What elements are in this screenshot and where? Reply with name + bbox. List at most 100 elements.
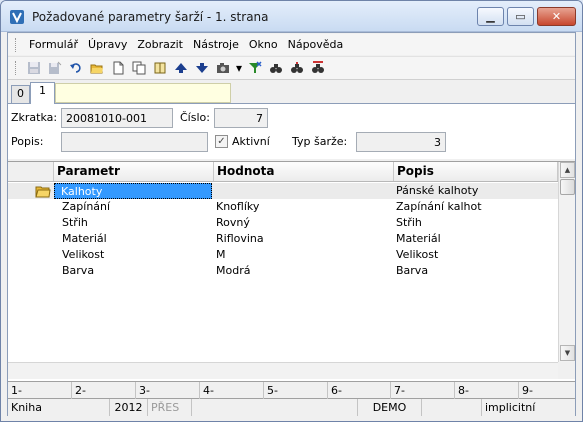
new-document-icon[interactable] [108, 58, 128, 78]
cell-popis[interactable]: Velikost [394, 247, 554, 263]
maximize-icon: ▭ [515, 10, 526, 23]
cell-parametr[interactable]: Střih [62, 215, 212, 231]
menu-formular[interactable]: Formulář [24, 38, 83, 51]
tab-0[interactable]: 0 [11, 85, 30, 103]
cell-parametr[interactable]: Kalhoty [54, 183, 212, 199]
cell-hodnota[interactable]: Knoflíky [214, 199, 392, 215]
cell-hodnota[interactable]: Rovný [214, 215, 392, 231]
cell-popis[interactable]: Zapínání kalhot [394, 199, 554, 215]
fkey-6[interactable]: 6- [328, 382, 391, 399]
fkey-8[interactable]: 8- [455, 382, 519, 399]
menu-okno[interactable]: Okno [244, 38, 283, 51]
menu-grip[interactable] [15, 37, 18, 52]
minimize-icon: ▁ [486, 10, 495, 23]
menu-bar: Formulář Úpravy Zobrazit Nástroje Okno N… [8, 34, 575, 55]
cell-parametr[interactable]: Zapínání [62, 199, 212, 215]
aktivni-checkbox[interactable]: ✓ [215, 135, 228, 148]
table-row[interactable]: Barva Modrá Barva [8, 263, 558, 279]
cell-popis[interactable]: Střih [394, 215, 554, 231]
tab-info-panel [55, 83, 231, 103]
fkey-3[interactable]: 3- [136, 382, 200, 399]
fkey-1[interactable]: 1- [8, 382, 72, 399]
fkey-4[interactable]: 4- [200, 382, 264, 399]
menu-upravy[interactable]: Úpravy [83, 38, 132, 51]
status-mode: implicitní [485, 401, 536, 414]
cell-parametr[interactable]: Velikost [62, 247, 212, 263]
parameters-grid: Parametr Hodnota Popis Kalhoty Pánské ka… [8, 161, 575, 381]
column-header-parametr[interactable]: Parametr [54, 162, 214, 181]
cell-hodnota[interactable]: Modrá [214, 263, 392, 279]
typ-sarze-field[interactable]: 3 [356, 132, 446, 152]
camera-icon[interactable] [213, 58, 233, 78]
zkratka-field[interactable]: 20081010-001 [61, 108, 173, 128]
popis-label: Popis: [11, 135, 44, 148]
popis-field[interactable] [61, 132, 208, 152]
table-row[interactable]: Střih Rovný Střih [8, 215, 558, 231]
status-pres: PŘES [148, 399, 192, 416]
cell-hodnota[interactable]: M [214, 247, 392, 263]
column-header-hodnota[interactable]: Hodnota [214, 162, 394, 181]
status-bar: Kniha 2012 PŘES DEMO implicitní [8, 399, 575, 417]
undo-icon[interactable] [66, 58, 86, 78]
dropdown-icon[interactable]: ▾ [234, 58, 244, 78]
tab-1[interactable]: 1 [30, 82, 55, 104]
save-as-icon[interactable] [45, 58, 65, 78]
grid-corner [8, 162, 54, 181]
cell-popis[interactable]: Pánské kalhoty [394, 183, 554, 199]
minimize-button[interactable]: ▁ [477, 7, 504, 26]
menu-napoveda[interactable]: Nápověda [283, 38, 349, 51]
status-empty [192, 399, 358, 416]
fkey-9[interactable]: 9- [519, 382, 575, 399]
cell-parametr[interactable]: Barva [62, 263, 212, 279]
cell-hodnota[interactable]: Riflovina [214, 231, 392, 247]
aktivni-label: Aktivní [232, 135, 270, 148]
toolbar-grip[interactable] [15, 61, 18, 75]
fkey-7[interactable]: 7- [391, 382, 455, 399]
table-row[interactable]: Kalhoty Pánské kalhoty [8, 183, 558, 199]
form-window: Formulář Úpravy Zobrazit Nástroje Okno N… [7, 32, 576, 417]
arrow-down-icon[interactable] [192, 58, 212, 78]
copy-icon[interactable] [129, 58, 149, 78]
status-db: DEMO [358, 399, 422, 416]
cell-hodnota[interactable] [214, 183, 392, 199]
close-button[interactable]: ✕ [537, 7, 576, 26]
cell-popis[interactable]: Barva [394, 263, 554, 279]
typ-sarze-label: Typ šarže: [292, 135, 348, 148]
table-row[interactable]: Materiál Riflovina Materiál [8, 231, 558, 247]
find-icon[interactable] [266, 58, 286, 78]
scroll-thumb[interactable] [560, 179, 575, 195]
table-row[interactable]: Velikost M Velikost [8, 247, 558, 263]
column-header-popis[interactable]: Popis [394, 162, 558, 181]
filter-icon[interactable] [245, 58, 265, 78]
cislo-field[interactable]: 7 [214, 108, 268, 128]
find-next-icon[interactable] [287, 58, 307, 78]
fkey-2[interactable]: 2- [72, 382, 136, 399]
title-bar[interactable]: Požadované parametry šarží - 1. strana ▁… [1, 1, 582, 32]
close-icon: ✕ [551, 10, 562, 23]
book-icon[interactable] [150, 58, 170, 78]
maximize-button[interactable]: ▭ [507, 7, 534, 26]
arrow-up-icon[interactable] [171, 58, 191, 78]
function-key-bar: 1- 2- 3- 4- 5- 6- 7- 8- 9- [8, 381, 575, 399]
status-empty-2 [422, 399, 482, 416]
scroll-up-icon[interactable]: ▲ [560, 162, 575, 178]
toolbar: ▾ [8, 56, 575, 80]
find-all-icon[interactable] [308, 58, 328, 78]
status-year: 2012 [110, 399, 148, 416]
menu-nastroje[interactable]: Nástroje [188, 38, 244, 51]
cell-popis[interactable]: Materiál [394, 231, 554, 247]
fkey-5[interactable]: 5- [264, 382, 328, 399]
cell-parametr[interactable]: Materiál [62, 231, 212, 247]
application-window: Požadované parametry šarží - 1. strana ▁… [0, 0, 583, 422]
horizontal-scrollbar[interactable] [8, 362, 558, 379]
open-folder-icon[interactable] [87, 58, 107, 78]
scroll-down-icon[interactable]: ▼ [560, 345, 575, 361]
menu-zobrazit[interactable]: Zobrazit [132, 38, 188, 51]
save-icon[interactable] [24, 58, 44, 78]
window-title: Požadované parametry šarží - 1. strana [32, 10, 269, 24]
grid-header: Parametr Hodnota Popis [8, 162, 558, 182]
vertical-scrollbar[interactable]: ▲ ▼ [558, 162, 575, 362]
tab-strip: 0 1 [8, 82, 575, 104]
table-row[interactable]: Zapínání Knoflíky Zapínání kalhot [8, 199, 558, 215]
header-form: Zkratka: 20081010-001 Číslo: 7 Popis: ✓ … [8, 103, 575, 159]
